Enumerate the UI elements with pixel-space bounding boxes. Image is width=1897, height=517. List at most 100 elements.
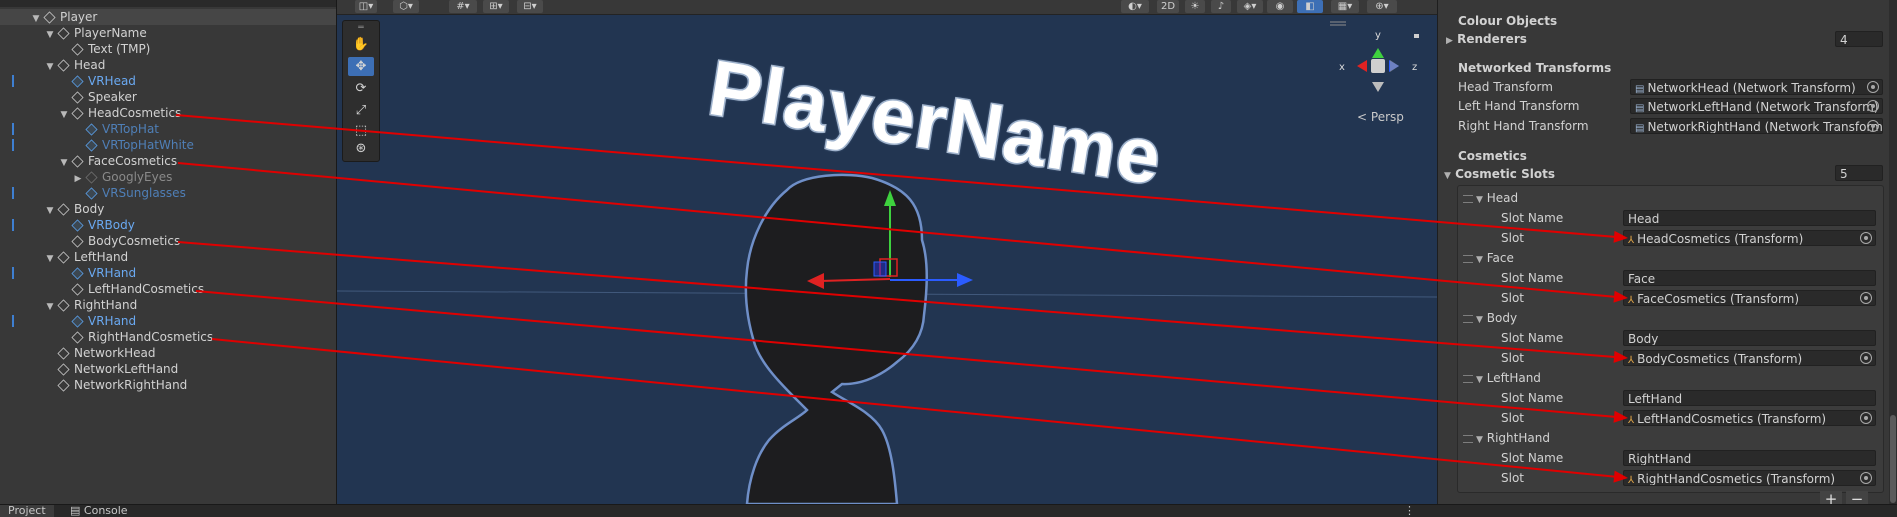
prefab-override-marker bbox=[12, 75, 14, 87]
slot-transform-field[interactable]: ⅄ LeftHandCosmetics (Transform) bbox=[1623, 410, 1876, 426]
gameobject-icon bbox=[71, 219, 84, 232]
drag-handle-icon[interactable] bbox=[1463, 315, 1473, 323]
hierarchy-item[interactable]: ▼ HeadCosmetics bbox=[58, 105, 182, 123]
tab-project[interactable]: Project bbox=[0, 505, 54, 517]
chevron-down-icon[interactable]: ▼ bbox=[58, 107, 70, 123]
hierarchy-item[interactable]: ▼ Body bbox=[44, 201, 105, 219]
hierarchy-item[interactable]: NetworkLeftHand bbox=[44, 361, 178, 377]
left-hand-transform-field[interactable]: ▤ NetworkLeftHand (Network Transform) bbox=[1630, 98, 1883, 114]
gameobject-icon bbox=[71, 43, 84, 56]
chevron-down-icon[interactable]: ▼ bbox=[44, 59, 56, 75]
hierarchy-item[interactable]: VRSunglasses bbox=[72, 185, 186, 201]
object-picker-icon[interactable] bbox=[1860, 472, 1872, 484]
slot-name-field[interactable]: Face bbox=[1623, 270, 1876, 286]
gameobject-icon bbox=[85, 171, 98, 184]
chevron-down-icon: ▼ bbox=[1444, 171, 1451, 181]
gameobject-icon bbox=[85, 187, 98, 200]
slot-element-header[interactable]: ▼ LeftHand bbox=[1476, 370, 1541, 388]
hierarchy-item[interactable]: ▼ LeftHand bbox=[44, 249, 129, 267]
hierarchy-item[interactable]: RightHandCosmetics bbox=[58, 329, 213, 345]
head-transform-field[interactable]: ▤ NetworkHead (Network Transform) bbox=[1630, 79, 1883, 95]
slot-name-field[interactable]: LeftHand bbox=[1623, 390, 1876, 406]
right-hand-transform-field[interactable]: ▤ NetworkRightHand (Network Transform bbox=[1630, 118, 1883, 134]
prefab-override-marker bbox=[12, 139, 14, 151]
gameobject-icon bbox=[85, 123, 98, 136]
gameobject-icon bbox=[71, 155, 84, 168]
hierarchy-top-strip bbox=[0, 0, 336, 7]
hierarchy-item[interactable]: Speaker bbox=[58, 89, 137, 105]
drag-handle-icon[interactable] bbox=[1463, 255, 1473, 263]
hierarchy-item-label: RightHandCosmetics bbox=[88, 330, 214, 344]
slot-name-field[interactable]: RightHand bbox=[1623, 450, 1876, 466]
inspector-scroll-thumb[interactable] bbox=[1890, 415, 1896, 503]
slot-element-header[interactable]: ▼ Body bbox=[1476, 310, 1517, 328]
colour-objects-header: Colour Objects bbox=[1458, 14, 1558, 28]
gameobject-icon bbox=[57, 27, 70, 40]
hierarchy-item-label: Text (TMP) bbox=[88, 42, 151, 56]
chevron-down-icon: ▼ bbox=[1476, 195, 1483, 205]
hierarchy-item[interactable]: ▼ Player bbox=[0, 9, 336, 25]
cosmetic-slots-count-field[interactable]: 5 bbox=[1835, 165, 1883, 181]
hierarchy-item[interactable]: ▼ FaceCosmetics bbox=[58, 153, 178, 171]
slot-element-header[interactable]: ▼ RightHand bbox=[1476, 430, 1550, 448]
hierarchy-item[interactable]: VRTopHat bbox=[72, 121, 159, 137]
tab-console[interactable]: ▤ Console bbox=[62, 505, 136, 517]
drag-handle-icon[interactable] bbox=[1463, 435, 1473, 443]
hierarchy-item-label: NetworkRightHand bbox=[74, 378, 188, 392]
hierarchy-item[interactable]: VRHand bbox=[58, 265, 136, 281]
object-picker-icon[interactable] bbox=[1860, 412, 1872, 424]
hierarchy-item[interactable]: VRTopHatWhite bbox=[72, 137, 194, 153]
object-picker-icon[interactable] bbox=[1860, 352, 1872, 364]
console-icon: ▤ bbox=[70, 504, 81, 517]
slot-transform-field[interactable]: ⅄ HeadCosmetics (Transform) bbox=[1623, 230, 1876, 246]
slot-element-header[interactable]: ▼ Face bbox=[1476, 250, 1514, 268]
hierarchy-item[interactable]: NetworkHead bbox=[44, 345, 155, 361]
renderers-count-field[interactable]: 4 bbox=[1835, 31, 1883, 47]
slot-transform-field[interactable]: ⅄ BodyCosmetics (Transform) bbox=[1623, 350, 1876, 366]
hierarchy-item[interactable]: ▶ GooglyEyes bbox=[72, 169, 173, 185]
object-picker-icon[interactable] bbox=[1860, 292, 1872, 304]
hierarchy-item[interactable]: ▼ Head bbox=[44, 57, 106, 75]
slot-element-header[interactable]: ▼ Head bbox=[1476, 190, 1518, 208]
chevron-down-icon[interactable]: ▼ bbox=[58, 155, 70, 171]
hierarchy-item[interactable]: ▼ PlayerName bbox=[44, 25, 147, 41]
object-picker-icon[interactable] bbox=[1867, 120, 1879, 132]
slot-transform-field[interactable]: ⅄ FaceCosmetics (Transform) bbox=[1623, 290, 1876, 306]
cosmetic-slots-foldout[interactable]: ▼ Cosmetic Slots bbox=[1444, 166, 1555, 184]
gameobject-icon bbox=[43, 11, 56, 24]
chevron-down-icon[interactable]: ▼ bbox=[44, 299, 56, 315]
hierarchy-item[interactable]: BodyCosmetics bbox=[58, 233, 180, 249]
object-picker-icon[interactable] bbox=[1867, 81, 1879, 93]
gameobject-icon bbox=[57, 379, 70, 392]
player-head-mesh bbox=[744, 173, 928, 504]
scene-view[interactable]: ◫▾ ⬡▾ #▾ ⊞▾ ⊟▾ ◐▾ 2D ☀ ♪ ◈▾ ◉ ◧ ▦▾ ⊕▾ ═ … bbox=[337, 0, 1437, 504]
hierarchy-item[interactable]: VRHand bbox=[58, 313, 136, 329]
transform-icon: ⅄ bbox=[1628, 295, 1635, 306]
chevron-down-icon[interactable]: ▼ bbox=[44, 203, 56, 219]
slot-transform-field[interactable]: ⅄ RightHandCosmetics (Transform) bbox=[1623, 470, 1876, 486]
hierarchy-item-label: Head bbox=[74, 58, 106, 72]
more-options-icon[interactable]: ⋮ bbox=[1396, 505, 1423, 517]
hierarchy-item-label: RightHand bbox=[74, 298, 138, 312]
drag-handle-icon[interactable] bbox=[1463, 195, 1473, 203]
hierarchy-item[interactable]: VRHead bbox=[58, 73, 136, 89]
chevron-down-icon[interactable]: ▼ bbox=[44, 27, 56, 43]
network-transform-icon: ▤ bbox=[1635, 123, 1645, 134]
hierarchy-item[interactable]: VRBody bbox=[58, 217, 135, 233]
object-picker-icon[interactable] bbox=[1867, 100, 1879, 112]
renderers-row[interactable]: ▶ Renderers bbox=[1446, 31, 1527, 49]
hierarchy-item[interactable]: Text (TMP) bbox=[58, 41, 150, 57]
chevron-down-icon[interactable]: ▼ bbox=[30, 11, 42, 27]
hierarchy-item[interactable]: ▼ RightHand bbox=[44, 297, 138, 315]
hierarchy-item[interactable]: NetworkRightHand bbox=[44, 377, 187, 393]
object-picker-icon[interactable] bbox=[1860, 232, 1872, 244]
gameobject-icon bbox=[57, 347, 70, 360]
persp-toggle[interactable]: < Persp bbox=[1357, 110, 1404, 124]
slot-label: Slot bbox=[1501, 411, 1524, 425]
drag-handle-icon[interactable] bbox=[1463, 375, 1473, 383]
hierarchy-item[interactable]: LeftHandCosmetics bbox=[58, 281, 204, 297]
hierarchy-item-label: Body bbox=[74, 202, 105, 216]
chevron-down-icon[interactable]: ▼ bbox=[44, 251, 56, 267]
slot-name-field[interactable]: Body bbox=[1623, 330, 1876, 346]
slot-name-field[interactable]: Head bbox=[1623, 210, 1876, 226]
